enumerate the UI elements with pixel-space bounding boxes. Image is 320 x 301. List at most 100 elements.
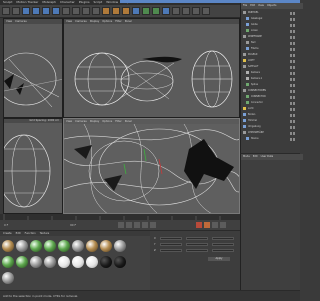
viewport-top-right[interactable]: View Cameras Display Options Filter Pane… (63, 18, 240, 118)
material-swatch[interactable] (44, 240, 56, 252)
render-view-icon[interactable] (102, 7, 110, 15)
rotate-icon[interactable] (52, 7, 60, 15)
object-status-flags[interactable] (290, 119, 298, 123)
object-status-flags[interactable] (290, 65, 298, 69)
attr-menu-user-data[interactable]: User Data (261, 154, 273, 160)
record-icon[interactable] (196, 222, 202, 228)
object-status-flags[interactable] (290, 17, 298, 21)
coord-size-z[interactable] (186, 249, 208, 252)
object-item[interactable]: Kamera.1 (241, 76, 301, 81)
object-item[interactable]: Fläche (241, 46, 301, 51)
material-swatch[interactable] (100, 256, 112, 268)
object-item[interactable]: CONNECTOREN (241, 88, 301, 93)
scale-icon[interactable] (42, 7, 50, 15)
viewport-bottom-left[interactable]: Grid Spacing: 1000 cm (3, 118, 63, 214)
object-item[interactable]: Linien (241, 28, 301, 33)
object-status-flags[interactable] (290, 77, 298, 81)
material-swatch[interactable] (72, 240, 84, 252)
camera-icon[interactable] (192, 7, 200, 15)
material-swatch[interactable] (100, 240, 112, 252)
object-status-flags[interactable] (290, 137, 298, 141)
material-swatch[interactable] (16, 240, 28, 252)
om-menu-file[interactable]: File (243, 3, 247, 9)
object-item[interactable]: Connector (241, 100, 301, 105)
coord-rotation-b[interactable] (212, 249, 234, 252)
object-status-flags[interactable] (290, 11, 298, 15)
z-axis-icon[interactable] (82, 7, 90, 15)
object-item[interactable]: KUGELN (241, 52, 301, 57)
object-item[interactable]: Umgebung (241, 124, 301, 129)
material-swatch[interactable] (114, 240, 126, 252)
first-frame-icon[interactable] (118, 222, 124, 228)
object-status-flags[interactable] (290, 83, 298, 87)
play-icon[interactable] (134, 222, 140, 228)
attr-menu-edit[interactable]: Edit (253, 154, 258, 160)
coord-position-z[interactable] (160, 249, 182, 252)
object-status-flags[interactable] (290, 89, 298, 93)
last-frame-icon[interactable] (150, 222, 156, 228)
object-status-flags[interactable] (290, 131, 298, 135)
autokey-icon[interactable] (204, 222, 210, 228)
object-item[interactable]: Globe (241, 22, 301, 27)
material-swatch[interactable] (44, 256, 56, 268)
object-item[interactable]: Kamera (241, 70, 301, 75)
spline-icon[interactable] (162, 7, 170, 15)
material-swatch[interactable] (114, 256, 126, 268)
object-status-flags[interactable] (290, 47, 298, 51)
object-item[interactable]: Spline (241, 82, 301, 87)
object-status-flags[interactable] (290, 29, 298, 33)
object-status-flags[interactable] (290, 59, 298, 63)
coord-rotation-p[interactable] (212, 243, 234, 246)
object-status-flags[interactable] (290, 101, 298, 105)
object-item[interactable]: SATELLIT (241, 64, 301, 69)
undo-icon[interactable] (2, 7, 10, 15)
select-icon[interactable] (22, 7, 30, 15)
material-swatch[interactable] (58, 256, 70, 268)
object-item[interactable]: PARTIKEL (241, 10, 301, 15)
object-item[interactable]: Null (241, 40, 301, 45)
coord-size-y[interactable] (186, 243, 208, 246)
x-axis-icon[interactable] (62, 7, 70, 15)
object-status-flags[interactable] (290, 35, 298, 39)
object-status-flags[interactable] (290, 113, 298, 117)
object-status-flags[interactable] (290, 95, 298, 99)
attr-menu-mode[interactable]: Mode (243, 154, 250, 160)
object-item[interactable]: CONNECTOR (241, 94, 301, 99)
object-item[interactable]: Himmel (241, 118, 301, 123)
object-item[interactable]: Boden (241, 112, 301, 117)
object-status-flags[interactable] (290, 23, 298, 27)
material-swatch[interactable] (2, 240, 14, 252)
keyframe-icon[interactable] (212, 222, 218, 228)
light-icon[interactable] (202, 7, 210, 15)
object-item[interactable]: Glaskugel (241, 16, 301, 21)
material-swatch[interactable] (2, 272, 14, 284)
object-status-flags[interactable] (290, 53, 298, 57)
object-item[interactable]: ATMOSPHÄRE (241, 130, 301, 135)
prev-frame-icon[interactable] (126, 222, 132, 228)
subdivision-icon[interactable] (142, 7, 150, 15)
object-status-flags[interactable] (290, 107, 298, 111)
material-swatch[interactable] (16, 256, 28, 268)
object-item[interactable]: LICHT (241, 58, 301, 63)
coord-position-x[interactable] (160, 237, 182, 240)
object-item[interactable]: WIREFRAME (241, 34, 301, 39)
move-icon[interactable] (32, 7, 40, 15)
keyframe-settings-icon[interactable] (220, 222, 226, 228)
object-status-flags[interactable] (290, 71, 298, 75)
apply-button[interactable]: Apply (208, 257, 230, 261)
om-menu-objects[interactable]: Objects (267, 3, 276, 9)
coord-position-y[interactable] (160, 243, 182, 246)
next-frame-icon[interactable] (142, 222, 148, 228)
coord-size-x[interactable] (186, 237, 208, 240)
material-swatch[interactable] (86, 240, 98, 252)
coord-rotation-h[interactable] (212, 237, 234, 240)
object-item[interactable]: Licht (241, 106, 301, 111)
om-menu-edit[interactable]: Edit (250, 3, 255, 9)
object-item[interactable]: Sterne (241, 136, 301, 141)
array-icon[interactable] (152, 7, 160, 15)
om-menu-view[interactable]: View (258, 3, 264, 9)
y-axis-icon[interactable] (72, 7, 80, 15)
material-swatch[interactable] (86, 256, 98, 268)
redo-icon[interactable] (12, 7, 20, 15)
render-settings-icon[interactable] (122, 7, 130, 15)
